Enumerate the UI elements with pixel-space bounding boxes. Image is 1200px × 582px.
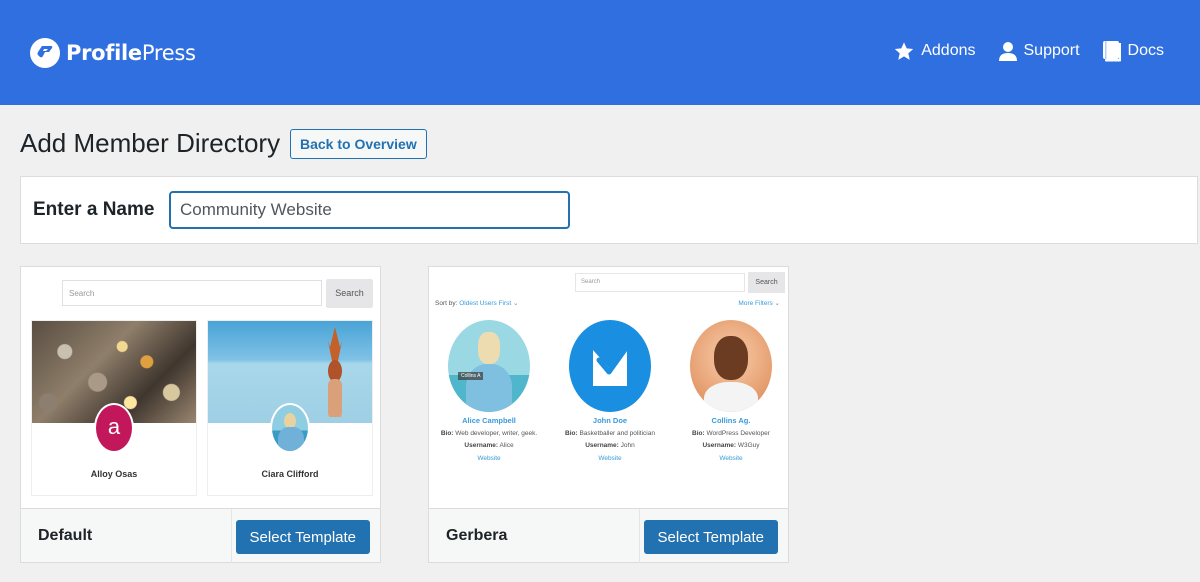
- select-template-button-gerbera[interactable]: Select Template: [643, 520, 778, 554]
- member-username: Username: W3Guy: [702, 442, 760, 449]
- preview-more-filters: More Filters ⌄: [738, 300, 780, 307]
- page-title: Add Member Directory: [20, 128, 281, 158]
- member-name: Alice Campbell: [462, 416, 516, 425]
- nav-docs[interactable]: Docs: [1102, 40, 1164, 62]
- footer-divider: [231, 509, 232, 563]
- header-nav: Addons Support Docs: [893, 40, 1164, 62]
- member-name: Alloy Osas: [90, 469, 138, 479]
- template-footer: Gerbera Select Template: [429, 508, 788, 563]
- avatar: Collins A: [448, 320, 530, 412]
- profilepress-logo-icon: [30, 38, 60, 68]
- mail-check-icon: [593, 341, 632, 386]
- top-header-bar: ProfilePress Addons Support Docs: [0, 0, 1200, 105]
- template-footer: Default Select Template: [21, 508, 380, 563]
- template-name: Gerbera: [446, 527, 508, 544]
- member-website-link: Website: [477, 455, 501, 462]
- avatar: a: [94, 403, 134, 453]
- nav-addons[interactable]: Addons: [893, 41, 976, 62]
- back-to-overview-button[interactable]: Back to Overview: [290, 129, 427, 159]
- preview-member-card: Ciara Clifford: [207, 320, 373, 496]
- template-name: Default: [38, 527, 93, 544]
- directory-name-panel: Enter a Name: [20, 176, 1198, 244]
- star-icon: [893, 41, 915, 62]
- member-username: Username: John: [585, 442, 635, 449]
- preview-member-card: a Alloy Osas: [31, 320, 197, 496]
- preview-member: John Doe Bio: Basketballer and politicia…: [555, 320, 665, 462]
- footer-divider: [639, 509, 640, 563]
- preview-search-input: Search: [575, 273, 745, 292]
- select-template-button-default[interactable]: Select Template: [235, 520, 370, 554]
- member-name: Collins Ag.: [711, 416, 751, 425]
- preview-member: Collins A Alice Campbell Bio: Web develo…: [434, 320, 544, 462]
- member-website-link: Website: [719, 455, 743, 462]
- member-name: Ciara Clifford: [261, 469, 319, 479]
- name-label: Enter a Name: [33, 199, 155, 220]
- member-website-link: Website: [598, 455, 622, 462]
- directory-name-input[interactable]: [169, 191, 570, 229]
- template-card-default: Search Search a Alloy Osas Ciara Cliffor…: [20, 266, 381, 563]
- avatar: [270, 403, 310, 453]
- template-card-gerbera: Search Search Sort by: Oldest Users Firs…: [428, 266, 789, 563]
- member-bio: Bio: Basketballer and politician: [565, 430, 655, 437]
- pineapple-image: [328, 327, 342, 417]
- preview-search-button: Search: [748, 272, 785, 293]
- template-preview-default: Search Search a Alloy Osas Ciara Cliffor…: [21, 267, 380, 508]
- avatar: [569, 320, 651, 412]
- book-icon: [1102, 40, 1122, 62]
- avatar: [690, 320, 772, 412]
- preview-search-input: Search: [62, 280, 322, 306]
- template-preview-gerbera: Search Search Sort by: Oldest Users Firs…: [429, 267, 788, 508]
- preview-member: Collins Ag. Bio: WordPress Developer Use…: [676, 320, 786, 462]
- member-bio: Bio: Web developer, writer, geek.: [440, 430, 538, 437]
- member-bio: Bio: WordPress Developer: [692, 430, 770, 437]
- member-name: John Doe: [592, 416, 628, 425]
- member-username: Username: Alice: [464, 442, 514, 449]
- preview-search-button: Search: [326, 279, 373, 308]
- brand-name: ProfilePress: [66, 41, 196, 65]
- profilepress-logo[interactable]: ProfilePress: [30, 38, 196, 68]
- preview-sort-by: Sort by: Oldest Users First ⌄: [435, 300, 519, 307]
- user-icon: [998, 41, 1018, 62]
- nav-support[interactable]: Support: [998, 41, 1080, 62]
